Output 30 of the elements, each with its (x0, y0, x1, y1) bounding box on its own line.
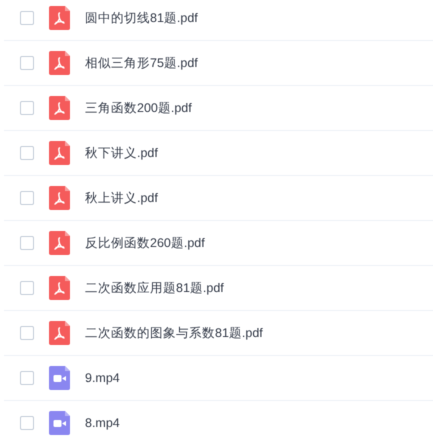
pdf-file-icon (49, 231, 70, 255)
file-name[interactable]: 9.mp4 (85, 368, 120, 388)
checkbox[interactable] (20, 416, 34, 430)
checkbox[interactable] (20, 326, 34, 340)
file-name[interactable]: 相似三角形75题.pdf (85, 54, 198, 72)
pdf-file-icon (49, 96, 70, 120)
video-file-icon (49, 411, 70, 435)
file-name[interactable]: 二次函数应用题81题.pdf (85, 278, 224, 298)
video-file-icon (49, 366, 70, 390)
pdf-file-icon (49, 186, 70, 210)
pdf-file-icon (49, 276, 70, 300)
file-name[interactable]: 三角函数200题.pdf (85, 98, 192, 118)
pdf-file-icon (49, 141, 70, 165)
pdf-file-icon (49, 321, 70, 345)
checkbox[interactable] (20, 191, 34, 205)
checkbox[interactable] (20, 11, 34, 25)
checkbox[interactable] (20, 56, 34, 70)
file-name[interactable]: 反比例函数260题.pdf (85, 234, 205, 252)
file-name[interactable]: 二次函数的图象与系数81题.pdf (85, 324, 263, 342)
file-name[interactable]: 秋下讲义.pdf (85, 144, 158, 162)
pdf-file-icon (49, 51, 70, 75)
checkbox[interactable] (20, 146, 34, 160)
checkbox[interactable] (20, 281, 34, 295)
pdf-file-icon (49, 6, 70, 30)
file-name[interactable]: 圆中的切线81题.pdf (85, 8, 198, 28)
file-name[interactable]: 秋上讲义.pdf (85, 188, 158, 208)
checkbox[interactable] (20, 236, 34, 250)
file-name[interactable]: 8.mp4 (85, 414, 120, 432)
checkbox[interactable] (20, 371, 34, 385)
checkbox[interactable] (20, 101, 34, 115)
